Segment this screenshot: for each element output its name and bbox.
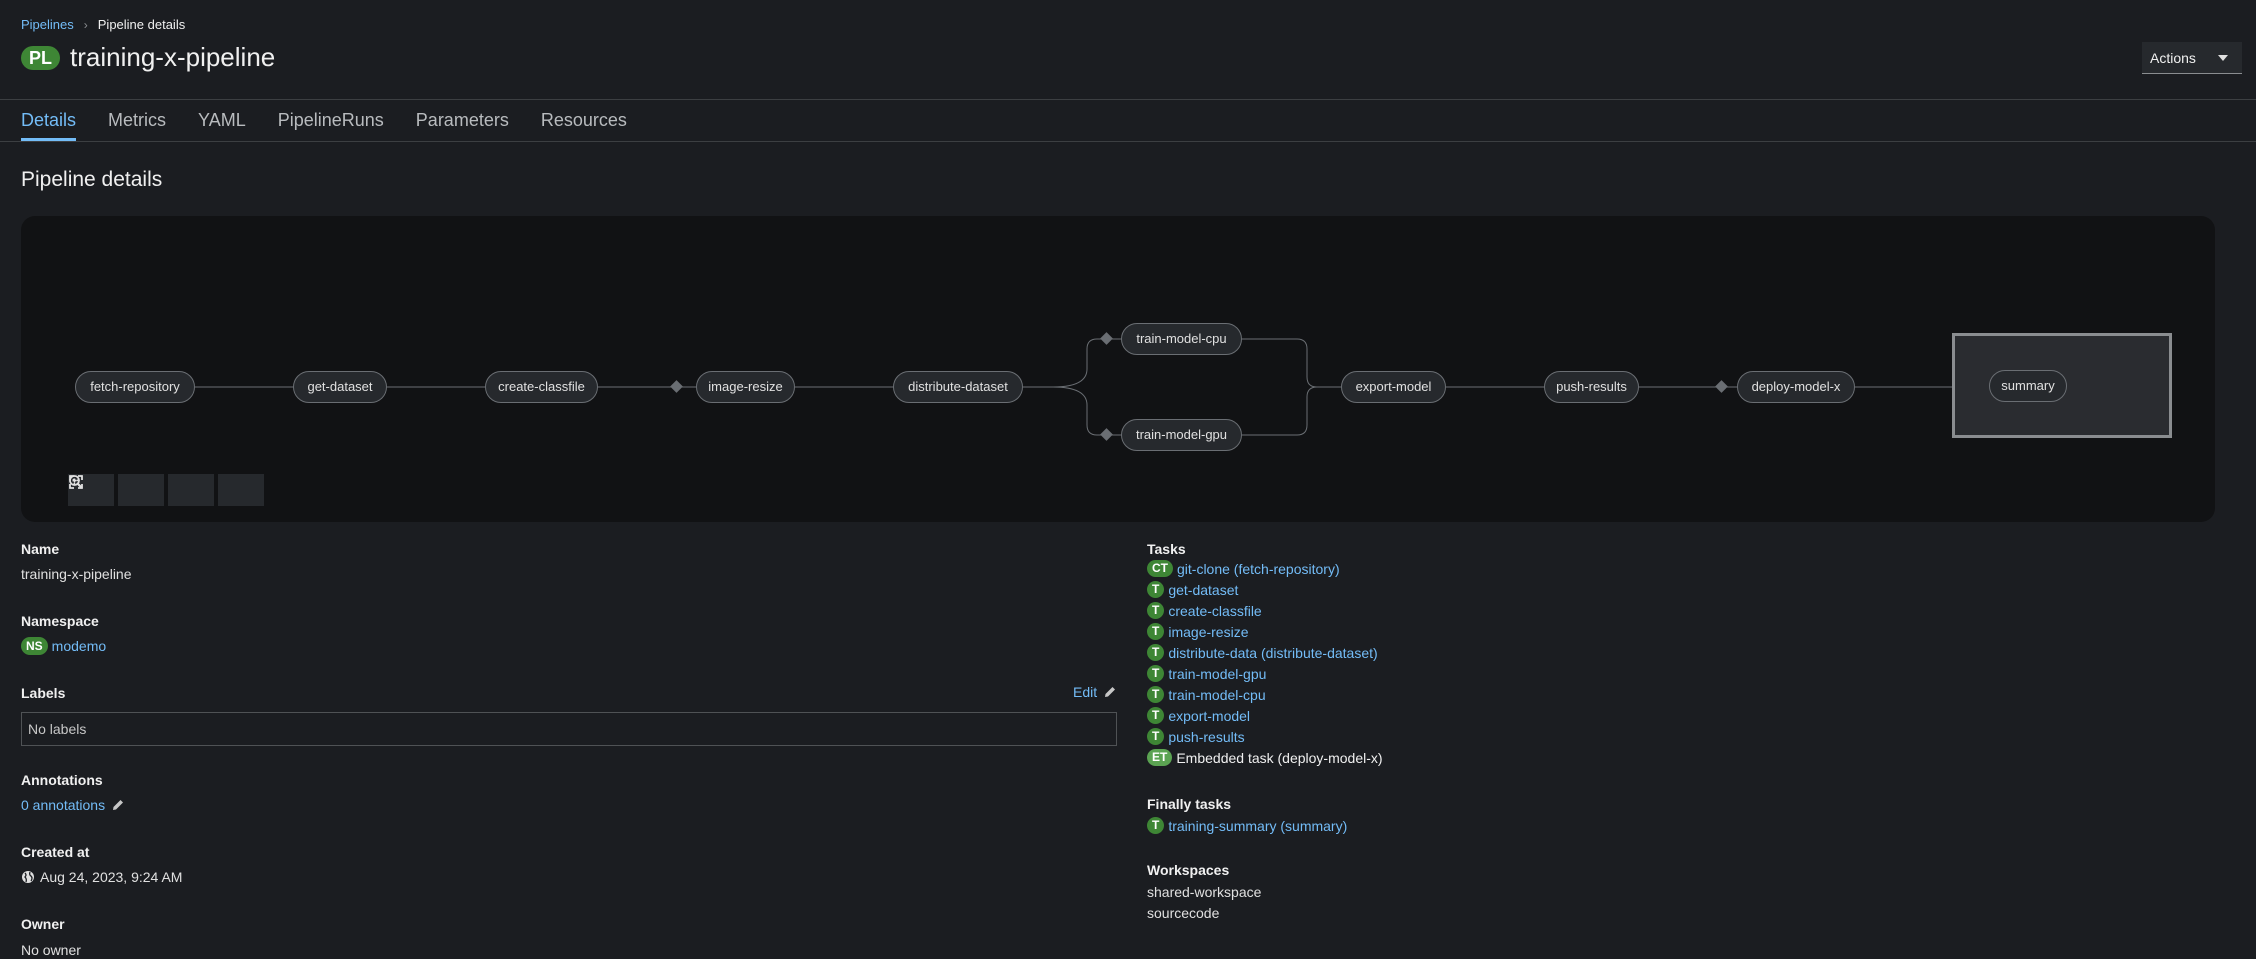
tab-yaml[interactable]: YAML (198, 100, 246, 140)
task-badge: T (1147, 665, 1165, 682)
node-train-model-cpu[interactable]: train-model-cpu (1121, 323, 1242, 355)
task-link[interactable]: create-classfile (1168, 603, 1261, 619)
graph-zoom-controls (68, 474, 264, 506)
workspace-item: sourcecode (1147, 905, 1220, 921)
tabs-divider (0, 141, 2256, 142)
created-row: Aug 24, 2023, 9:24 AM (21, 869, 182, 885)
chevron-right-icon: › (83, 17, 88, 32)
task-badge: T (1147, 581, 1165, 598)
tab-metrics[interactable]: Metrics (108, 100, 166, 140)
created-label: Created at (21, 844, 90, 860)
node-get-dataset[interactable]: get-dataset (293, 371, 387, 403)
workspaces-list: shared-workspace sourcecode (1147, 882, 1261, 924)
list-item: Tcreate-classfile (1147, 600, 1383, 621)
zoom-out-icon[interactable] (69, 474, 164, 506)
page-title: training-x-pipeline (70, 42, 276, 72)
annotations-link[interactable]: 0 annotations (21, 797, 105, 813)
pipeline-badge: PL (21, 45, 61, 70)
owner-label: Owner (21, 916, 65, 932)
node-export-model[interactable]: export-model (1341, 371, 1446, 403)
node-distribute-dataset[interactable]: distribute-dataset (893, 371, 1023, 403)
task-badge: T (1147, 686, 1165, 703)
finally-tasks-label: Finally tasks (1147, 796, 1232, 812)
list-item: Tdistribute-data (distribute-dataset) (1147, 642, 1383, 663)
task-badge: T (1147, 728, 1165, 745)
task-badge: T (1147, 644, 1165, 661)
pipeline-graph[interactable]: fetch-repository get-dataset create-clas… (21, 216, 2215, 522)
globe-icon (22, 871, 34, 883)
pencil-icon (1105, 687, 1116, 697)
graph-edges (195, 332, 1989, 441)
task-list: CT git-clone (fetch-repository) Tget-data… (1147, 558, 1383, 768)
breadcrumb: Pipelines › Pipeline details (21, 17, 185, 32)
namespace-badge: NS (21, 637, 48, 655)
fullscreen-icon[interactable] (69, 474, 264, 506)
node-image-resize[interactable]: image-resize (696, 371, 795, 403)
list-item: Tget-dataset (1147, 579, 1383, 600)
tasks-label: Tasks (1147, 541, 1186, 557)
tab-parameters[interactable]: Parameters (416, 100, 509, 140)
namespace-value: NS modemo (21, 637, 106, 655)
finally-task-list: Ttraining-summary (summary) (1147, 815, 1347, 836)
pencil-icon[interactable] (111, 798, 125, 812)
labels-edit-label: Edit (1073, 684, 1098, 700)
namespace-link[interactable]: modemo (52, 638, 106, 654)
tab-resources[interactable]: Resources (541, 100, 627, 140)
node-summary[interactable]: summary (1989, 370, 2067, 402)
breadcrumb-pipelines-link[interactable]: Pipelines (21, 17, 74, 32)
tab-bar: Details Metrics YAML PipelineRuns Parame… (21, 100, 627, 141)
task-badge: T (1147, 623, 1165, 640)
annotations-label: Annotations (21, 772, 103, 788)
labels-box[interactable]: No labels (21, 712, 1117, 746)
node-push-results[interactable]: push-results (1544, 371, 1639, 403)
section-title: Pipeline details (21, 168, 163, 191)
page-header: PL training-x-pipeline (21, 42, 275, 73)
task-badge: T (1147, 602, 1165, 619)
name-label: Name (21, 541, 60, 557)
labels-label: Labels (21, 685, 66, 701)
node-fetch-repository[interactable]: fetch-repository (75, 371, 195, 403)
actions-dropdown[interactable]: Actions (2142, 42, 2242, 74)
embedded-task-badge: ET (1147, 749, 1173, 766)
tab-details[interactable]: Details (21, 100, 77, 141)
caret-down-icon (2218, 55, 2228, 61)
annotations-row: 0 annotations (21, 797, 125, 813)
fit-to-screen-icon[interactable] (69, 474, 214, 506)
list-item: Ttrain-model-gpu (1147, 663, 1383, 684)
task-link[interactable]: distribute-data (distribute-dataset) (1168, 645, 1377, 661)
task-link[interactable]: training-summary (summary) (1168, 818, 1347, 834)
workspace-item: shared-workspace (1147, 884, 1262, 900)
actions-label: Actions (2150, 49, 2196, 66)
created-value: Aug 24, 2023, 9:24 AM (40, 869, 183, 885)
task-badge: T (1147, 707, 1165, 724)
task-link[interactable]: train-model-cpu (1168, 687, 1265, 703)
name-value: training-x-pipeline (21, 566, 132, 582)
list-item: CT git-clone (fetch-repository) (1147, 558, 1383, 579)
list-item: Tpush-results (1147, 726, 1383, 747)
breadcrumb-current: Pipeline details (97, 17, 186, 32)
list-item: Texport-model (1147, 705, 1383, 726)
tab-pipelineruns[interactable]: PipelineRuns (278, 100, 384, 140)
task-link[interactable]: get-dataset (1168, 582, 1238, 598)
list-item: ET Embedded task (deploy-model-x) (1147, 747, 1383, 768)
node-train-model-gpu[interactable]: train-model-gpu (1121, 419, 1242, 451)
embedded-task-text: Embedded task (deploy-model-x) (1176, 749, 1383, 766)
node-create-classfile[interactable]: create-classfile (485, 371, 598, 403)
node-deploy-model-x[interactable]: deploy-model-x (1737, 371, 1855, 403)
list-item: Ttrain-model-cpu (1147, 684, 1383, 705)
task-link[interactable]: push-results (1168, 729, 1244, 745)
labels-edit-button[interactable]: Edit (1073, 684, 1117, 700)
workspaces-label: Workspaces (1147, 862, 1230, 878)
owner-value: No owner (21, 942, 81, 958)
task-link[interactable]: export-model (1168, 708, 1250, 724)
task-link[interactable]: train-model-gpu (1168, 666, 1266, 682)
task-link[interactable]: image-resize (1168, 624, 1248, 640)
task-link[interactable]: git-clone (fetch-repository) (1177, 561, 1340, 577)
task-badge: CT (1147, 560, 1173, 577)
list-item: Ttraining-summary (summary) (1147, 815, 1347, 836)
list-item: Timage-resize (1147, 621, 1383, 642)
task-badge: T (1147, 817, 1165, 834)
namespace-label: Namespace (21, 613, 99, 629)
